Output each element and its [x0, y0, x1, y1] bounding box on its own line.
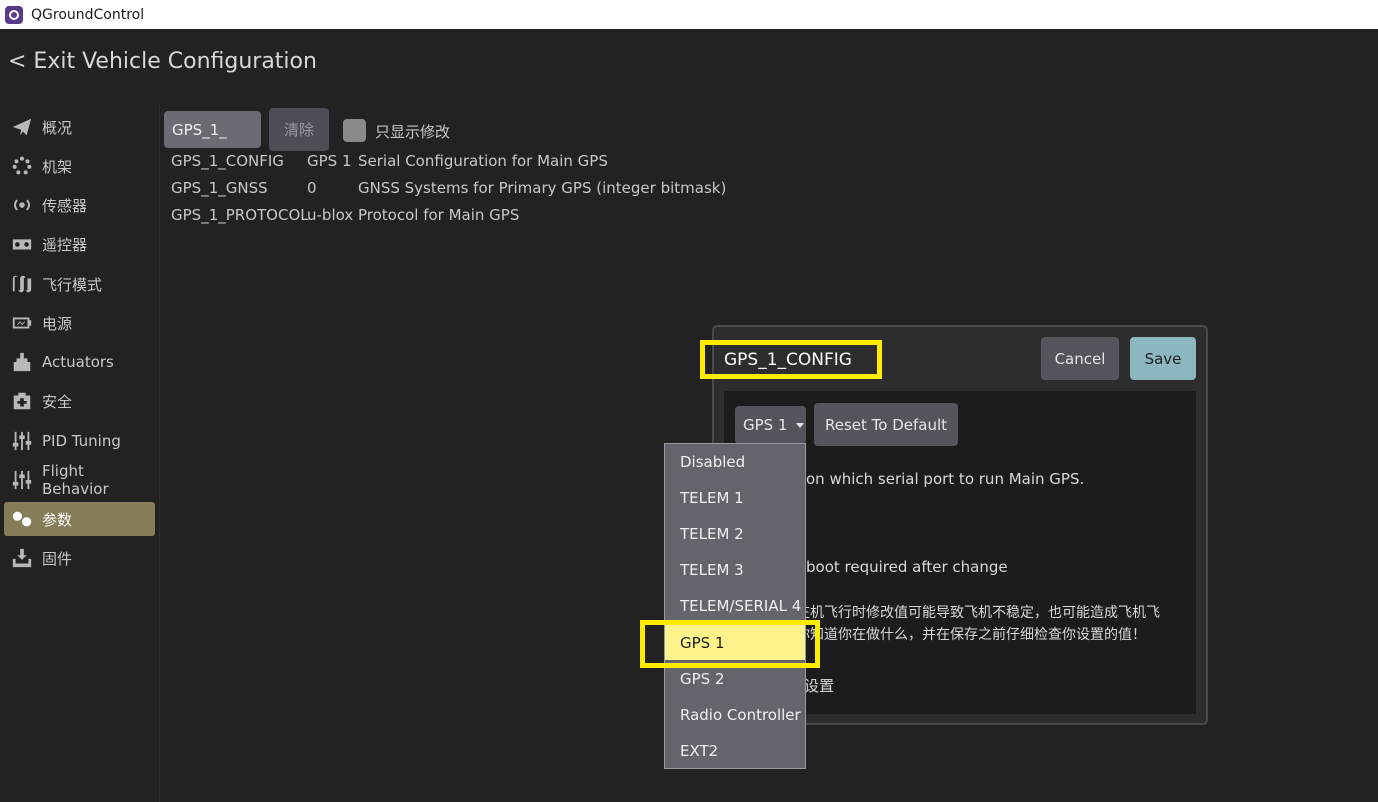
- sidebar-item-flight-behavior[interactable]: Flight Behavior: [4, 462, 155, 498]
- window-title: QGroundControl: [31, 6, 145, 23]
- sidebar-item-safety[interactable]: 安全: [4, 384, 155, 418]
- warning-text-line1: 在机飞行时修改值可能导致飞机不稳定，也可能造成飞机飞: [796, 605, 1160, 621]
- sidebar-item-label: Flight Behavior: [42, 462, 109, 498]
- reboot-required-text: boot required after change: [806, 558, 1008, 576]
- param-value: 0: [307, 179, 317, 197]
- param-value-select[interactable]: GPS 1: [735, 406, 806, 444]
- parameters-icon: [11, 508, 33, 530]
- selected-value: GPS 1: [743, 416, 788, 434]
- radio-icon: [11, 233, 33, 255]
- tuning-icon: [11, 430, 33, 452]
- dropdown-option[interactable]: TELEM 1: [665, 480, 805, 515]
- warning-text-line2: 你知道你在做什么，并在保存之前仔细检查你设置的值！: [796, 627, 1146, 643]
- firmware-icon: [11, 547, 33, 569]
- qgc-logo-icon: [5, 5, 23, 24]
- dialog-title: GPS_1_CONFIG: [700, 340, 882, 379]
- sidebar-item-label: 遥控器: [42, 235, 88, 254]
- sidebar-item-label: 参数: [42, 510, 73, 529]
- dropdown-option[interactable]: TELEM/SERIAL 4: [665, 588, 805, 623]
- param-value: GPS 1: [307, 152, 352, 170]
- sidebar-item-label: PID Tuning: [42, 432, 121, 450]
- param-name: GPS_1_PROTOCOL: [171, 206, 309, 224]
- actuators-icon: [11, 351, 33, 373]
- safety-icon: [11, 390, 33, 412]
- advanced-settings-text: 设置: [804, 677, 835, 695]
- airframe-icon: [11, 155, 33, 177]
- flight-modes-icon: [11, 273, 33, 295]
- sidebar-item-label: 固件: [42, 549, 73, 568]
- sidebar-item-label: 飞行模式: [42, 275, 103, 294]
- sidebar-item-radio[interactable]: 遥控器: [4, 227, 155, 261]
- sidebar-item-flight-modes[interactable]: 飞行模式: [4, 267, 155, 301]
- param-name: GPS_1_CONFIG: [171, 152, 284, 170]
- sidebar-item-pid-tuning[interactable]: PID Tuning: [4, 424, 155, 458]
- only-show-modified-checkbox[interactable]: [343, 119, 366, 142]
- dropdown-option[interactable]: GPS 2: [665, 661, 805, 696]
- sidebar-item-label: 电源: [42, 314, 73, 333]
- sidebar-item-firmware[interactable]: 固件: [4, 541, 155, 575]
- sidebar-item-label: 安全: [42, 392, 73, 411]
- dropdown-option[interactable]: TELEM 2: [665, 516, 805, 551]
- param-description: Protocol for Main GPS: [358, 206, 520, 224]
- window-titlebar: QGroundControl: [0, 0, 1378, 29]
- param-description-text: on which serial port to run Main GPS.: [806, 470, 1085, 488]
- param-description: Serial Configuration for Main GPS: [358, 152, 608, 170]
- dropdown-option[interactable]: Radio Controller: [665, 697, 805, 732]
- param-value: u-blox: [307, 206, 354, 224]
- sidebar-item-label: 传感器: [42, 196, 88, 215]
- tuning-icon: [11, 469, 33, 491]
- sidebar-item-sensors[interactable]: 传感器: [4, 188, 155, 222]
- param-description: GNSS Systems for Primary GPS (integer bi…: [358, 179, 727, 197]
- param-search-input[interactable]: [164, 111, 261, 148]
- sidebar-item-airframe[interactable]: 机架: [4, 149, 155, 183]
- dropdown-option[interactable]: TELEM 3: [665, 552, 805, 587]
- sidebar-item-power[interactable]: 电源: [4, 306, 155, 340]
- chevron-down-icon: [795, 422, 804, 428]
- dropdown-option[interactable]: EXT2: [665, 733, 805, 768]
- sensors-icon: [11, 194, 33, 216]
- clear-search-button[interactable]: 清除: [269, 108, 329, 151]
- exit-vehicle-configuration-link[interactable]: < Exit Vehicle Configuration: [8, 49, 317, 74]
- sidebar-item-label: 概况: [42, 118, 73, 137]
- dropdown-option[interactable]: Disabled: [665, 444, 805, 479]
- dropdown-option-selected[interactable]: GPS 1: [665, 625, 805, 660]
- sidebar-item-actuators[interactable]: Actuators: [4, 345, 155, 379]
- cancel-button[interactable]: Cancel: [1041, 337, 1119, 380]
- sidebar-item-label: Actuators: [42, 353, 114, 371]
- sidebar-item-summary[interactable]: 概况: [4, 110, 155, 144]
- reset-to-default-button[interactable]: Reset To Default: [814, 403, 958, 446]
- save-button[interactable]: Save: [1130, 337, 1196, 380]
- power-icon: [11, 312, 33, 334]
- sidebar: 概况 机架 传感器 遥控器 飞行模式 电源 Actuators 安全 PID T…: [0, 105, 160, 802]
- sidebar-item-parameters[interactable]: 参数: [4, 502, 155, 536]
- only-show-modified-label: 只显示修改: [375, 123, 451, 141]
- param-name: GPS_1_GNSS: [171, 179, 268, 197]
- paper-plane-icon: [11, 116, 33, 138]
- value-dropdown-list: Disabled TELEM 1 TELEM 2 TELEM 3 TELEM/S…: [664, 443, 806, 769]
- sidebar-item-label: 机架: [42, 157, 73, 176]
